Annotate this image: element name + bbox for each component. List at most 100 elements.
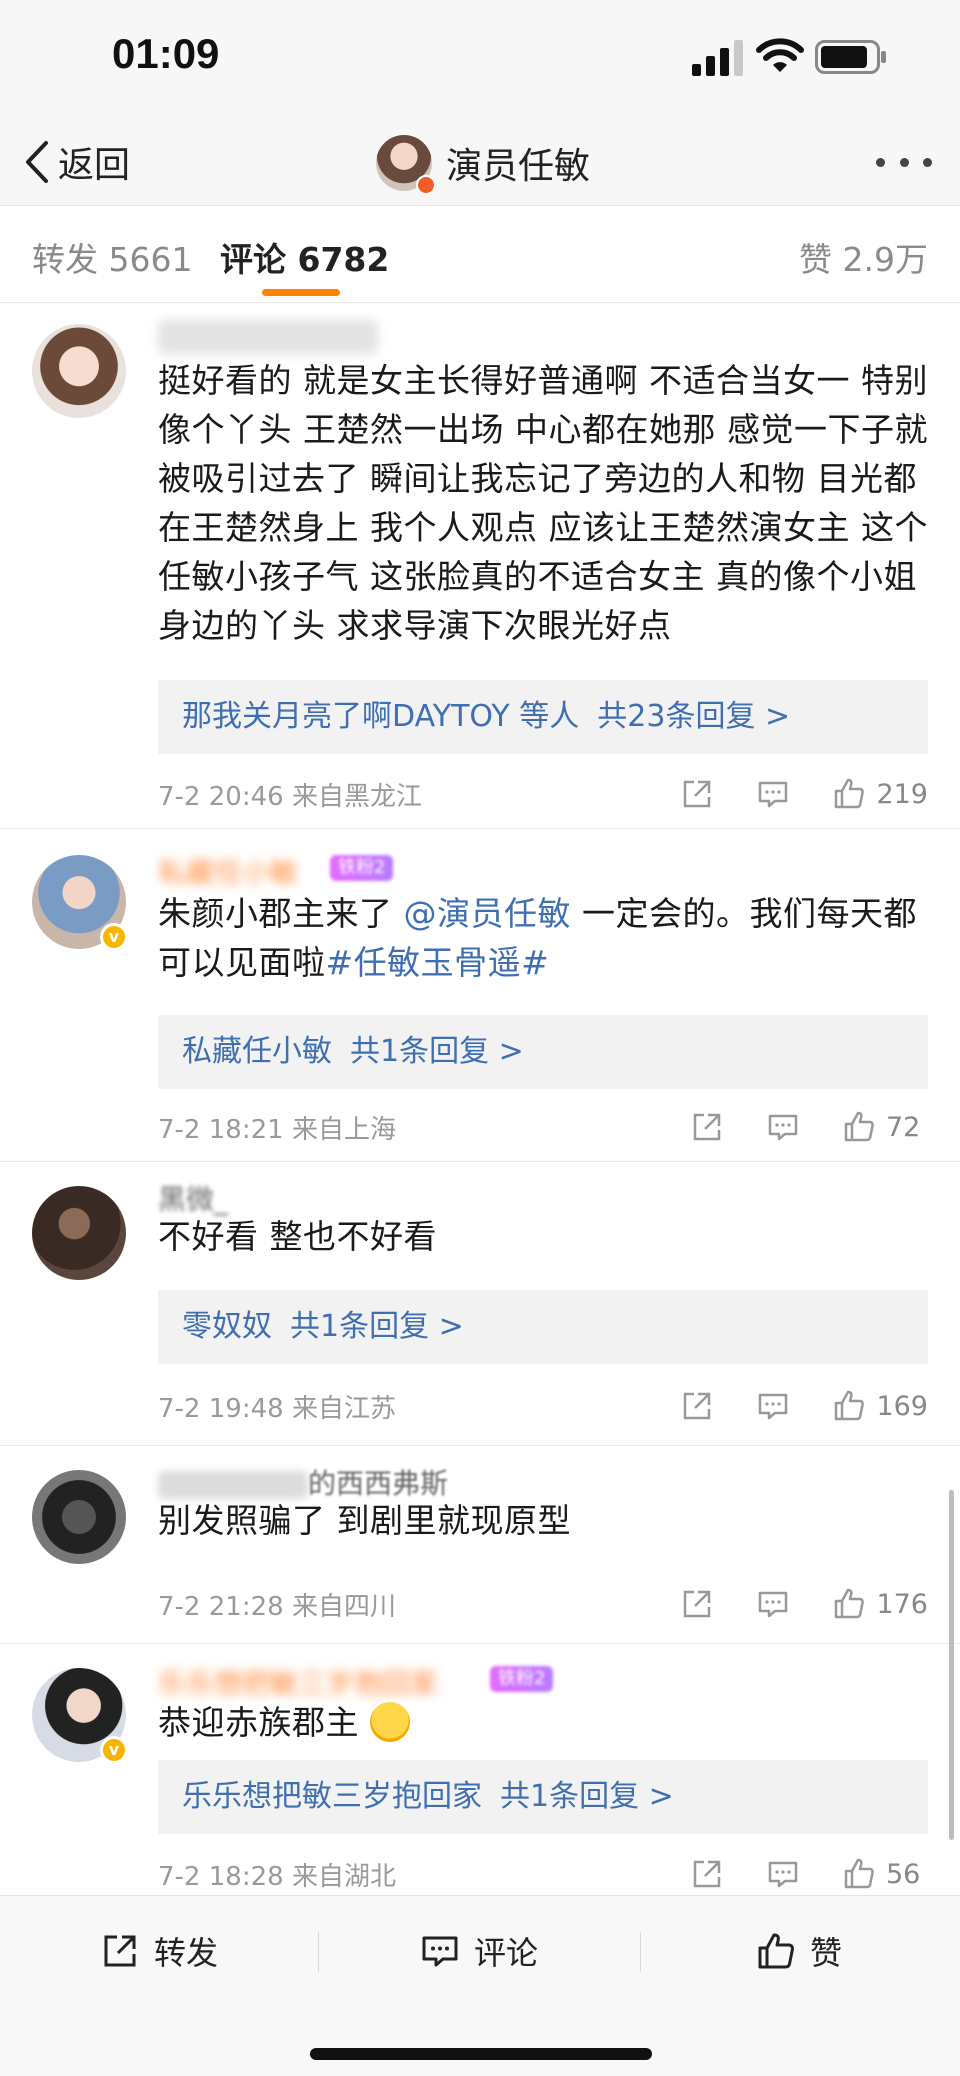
comment-location: 来自四川 [291,1592,396,1622]
like-button[interactable]: 赞 [756,1928,842,1974]
repost-button[interactable]: 转发 [100,1928,218,1974]
more-icon[interactable] [876,144,932,180]
reply-box[interactable]: 那我关月亮了啊DAYTOY 等人 共23条回复 > [158,680,928,754]
reply-count: 共1条回复 > [350,1034,524,1069]
comment-time: 7-2 19:48 [158,1394,284,1424]
thumbs-up-icon [758,1933,794,1969]
wifi-icon [756,38,804,72]
username-blurred[interactable] [158,320,378,354]
reply-count: 共23条回复 > [597,699,791,734]
comment-item: 黑微_ 不好看 整也不好看 零奴奴 共1条回复 > 7-2 19:48 来自江苏 … [0,1162,960,1446]
comment-item: v 私藏任小敏 铁粉2 朱颜小郡主来了 @演员任敏 一定会的。我们每天都可以见面… [0,829,960,1162]
verified-badge-icon: v [100,1736,128,1764]
avatar[interactable]: v [32,1668,128,1764]
comment-text: 别发照骗了 到剧里就现原型 [158,1501,571,1540]
comment-actions: 72 [648,1107,928,1147]
tab-bar: 转发 5661 评论 6782 赞 2.9万 [0,207,960,303]
avatar[interactable] [32,1470,126,1564]
status-bar: 01:09 [0,0,960,120]
comment-text: 不好看 整也不好看 [158,1217,437,1256]
like-count: 169 [876,1390,928,1422]
avatar[interactable]: v [32,855,128,951]
comment-list: 挺好看的 就是女主长得好普通啊 不适合当女一 特别像个丫头 王楚然一出场 中心都… [0,304,960,1904]
share-icon [104,1935,136,1967]
reply-users: 乐乐想把敏三岁抱回家 [182,1779,482,1814]
scrollbar[interactable] [949,1490,954,1840]
emoji-icon [370,1702,410,1742]
reply-users: 那我关月亮了啊DAYTOY 等人 [182,699,580,734]
thumbs-up-icon[interactable] [832,777,866,811]
reply-users: 零奴奴 [182,1309,272,1344]
share-icon[interactable] [690,1110,724,1144]
thumbs-up-icon[interactable] [842,1110,876,1144]
mention-link[interactable]: @演员任敏 [404,894,572,933]
verified-badge-icon [416,175,436,195]
like-count: 219 [876,778,928,810]
comment-item: 的西西弗斯 别发照骗了 到剧里就现原型 7-2 21:28 来自四川 176 [0,1446,960,1644]
comment-icon[interactable] [756,1587,790,1621]
comment-meta: 7-2 19:48 来自江苏 [158,1388,396,1425]
reply-count: 共1条回复 > [500,1779,674,1814]
comment-label: 评论 [474,1934,539,1972]
like-count: 56 [886,1858,921,1890]
comment-time: 7-2 18:21 [158,1115,284,1145]
like-label: 赞 [810,1934,843,1972]
comment-location: 来自江苏 [291,1394,396,1424]
comment-actions: 56 [648,1854,928,1894]
reply-box[interactable]: 乐乐想把敏三岁抱回家 共1条回复 > [158,1760,928,1834]
comment-text: 恭迎赤族郡主 [158,1698,928,1747]
comment-icon[interactable] [766,1857,800,1891]
like-count: 72 [886,1111,921,1143]
nav-bar: 返回 演员任敏 [0,120,960,206]
home-indicator[interactable] [310,2048,652,2060]
status-time: 01:09 [112,30,220,77]
comment-time: 7-2 20:46 [158,782,284,812]
comment-actions: 219 [638,774,928,814]
tab-active-indicator [262,289,340,296]
reply-box[interactable]: 零奴奴 共1条回复 > [158,1290,928,1364]
comment-text: 挺好看的 就是女主长得好普通啊 不适合当女一 特别像个丫头 王楚然一出场 中心都… [158,361,928,645]
comment-meta: 7-2 20:46 来自黑龙江 [158,776,422,813]
comment-button[interactable]: 评论 [420,1928,538,1974]
comment-location: 来自黑龙江 [291,782,422,812]
avatar[interactable] [376,135,436,195]
bottom-action-bar: 转发 评论 赞 [0,1895,960,2076]
comment-actions: 176 [638,1584,928,1624]
tab-like[interactable]: 赞 2.9万 [799,233,928,281]
thumbs-up-icon[interactable] [832,1389,866,1423]
chevron-left-icon [26,141,48,183]
thumbs-up-icon[interactable] [832,1587,866,1621]
username[interactable]: 乐乐想把敏三岁抱回家 [158,1662,488,1700]
comment-icon[interactable] [756,777,790,811]
fan-badge: 铁粉2 [490,1666,554,1692]
username[interactable]: 私藏任小敏 [158,851,328,889]
comment-actions: 169 [638,1386,928,1426]
reply-users: 私藏任小敏 [182,1034,332,1069]
comment-text-start: 朱颜小郡主来了 [158,894,393,933]
username[interactable]: 的西西弗斯 [158,1462,508,1500]
comment-location: 来自上海 [291,1115,396,1145]
tab-comment[interactable]: 评论 6782 [220,233,389,281]
share-icon[interactable] [680,777,714,811]
comment-icon[interactable] [766,1110,800,1144]
verified-badge-icon: v [100,923,128,951]
comment-time: 7-2 18:28 [158,1862,284,1892]
reply-box[interactable]: 私藏任小敏 共1条回复 > [158,1015,928,1089]
share-icon[interactable] [680,1587,714,1621]
comment-meta: 7-2 21:28 来自四川 [158,1586,396,1623]
tab-repost[interactable]: 转发 5661 [32,233,192,281]
avatar[interactable] [32,1186,126,1280]
share-icon[interactable] [690,1857,724,1891]
comment-text: 朱颜小郡主来了 @演员任敏 一定会的。我们每天都可以见面啦#任敏玉骨遥# [158,889,928,987]
avatar[interactable] [32,324,126,418]
fan-badge: 铁粉2 [330,855,394,881]
back-button[interactable]: 返回 [22,134,130,190]
nav-profile[interactable]: 演员任敏 [376,128,590,198]
battery-icon [815,40,886,74]
thumbs-up-icon[interactable] [842,1857,876,1891]
share-icon[interactable] [680,1389,714,1423]
comment-text-body: 恭迎赤族郡主 [158,1703,359,1742]
hashtag-link[interactable]: #任敏玉骨遥# [326,943,550,982]
username[interactable]: 黑微_ [158,1178,268,1216]
comment-icon[interactable] [756,1389,790,1423]
